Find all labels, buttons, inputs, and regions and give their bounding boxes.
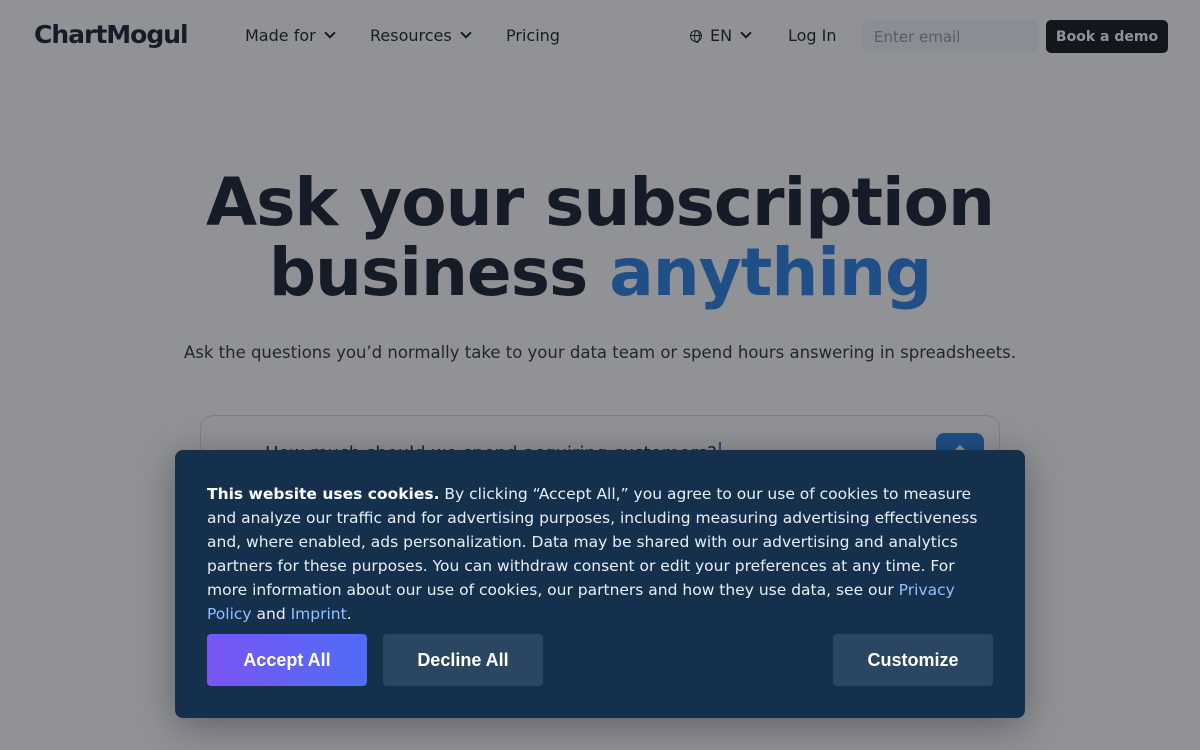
cookie-period: . (346, 605, 352, 623)
cookie-message: This website uses cookies. By clicking “… (207, 482, 997, 626)
cookie-heading: This website uses cookies. (207, 485, 440, 503)
decline-all-button[interactable]: Decline All (383, 634, 543, 686)
accept-all-button[interactable]: Accept All (207, 634, 367, 686)
customize-button[interactable]: Customize (833, 634, 993, 686)
cookie-consent-dialog: This website uses cookies. By clicking “… (175, 450, 1025, 718)
cookie-and: and (251, 605, 291, 623)
imprint-link[interactable]: Imprint (291, 605, 347, 623)
